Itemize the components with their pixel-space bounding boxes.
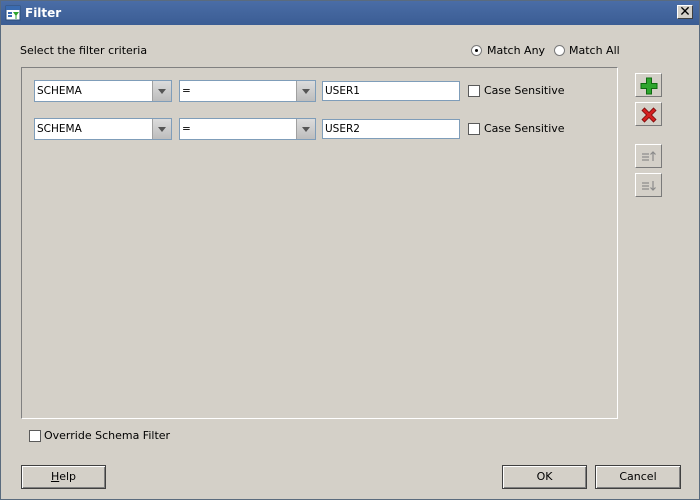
ok-button[interactable]: OK bbox=[502, 465, 587, 489]
title-bar: Filter ✕ bbox=[1, 1, 699, 25]
field-select-value: SCHEMA bbox=[37, 123, 82, 135]
close-button[interactable]: ✕ bbox=[677, 4, 693, 20]
help-label-rest: elp bbox=[59, 470, 77, 483]
chevron-down-icon[interactable] bbox=[152, 81, 171, 101]
operator-select-row-2[interactable]: = bbox=[179, 118, 316, 140]
cancel-button[interactable]: Cancel bbox=[595, 465, 681, 489]
case-sensitive-label-row-2[interactable]: Case Sensitive bbox=[484, 122, 565, 136]
value-field-row-2[interactable]: USER2 bbox=[322, 119, 460, 139]
close-icon: ✕ bbox=[679, 4, 691, 20]
move-up-icon bbox=[642, 151, 656, 161]
field-select-row-2[interactable]: SCHEMA bbox=[34, 118, 172, 140]
move-up-button[interactable] bbox=[635, 144, 662, 168]
case-sensitive-checkbox-row-1[interactable] bbox=[468, 85, 480, 97]
match-all-radio[interactable] bbox=[554, 45, 565, 56]
match-all-label[interactable]: Match All bbox=[569, 44, 620, 58]
filter-dialog: Filter ✕ Select the filter criteria Matc… bbox=[0, 0, 700, 500]
criteria-prompt: Select the filter criteria bbox=[20, 44, 148, 57]
window-title: Filter bbox=[25, 6, 62, 20]
filter-app-icon bbox=[5, 5, 21, 21]
case-sensitive-checkbox-row-2[interactable] bbox=[468, 123, 480, 135]
x-icon bbox=[641, 107, 657, 123]
field-select-value: SCHEMA bbox=[37, 85, 82, 97]
operator-select-row-1[interactable]: = bbox=[179, 80, 316, 102]
ok-label: OK bbox=[536, 470, 553, 483]
match-any-radio[interactable] bbox=[471, 45, 482, 56]
override-schema-filter-label[interactable]: Override Schema Filter bbox=[44, 429, 170, 443]
value-field-text: USER2 bbox=[325, 123, 360, 135]
move-down-icon bbox=[642, 181, 656, 191]
plus-icon bbox=[640, 77, 658, 95]
value-field-row-1[interactable]: USER1 bbox=[322, 81, 460, 101]
override-schema-filter-checkbox[interactable] bbox=[29, 430, 41, 442]
chevron-down-icon[interactable] bbox=[296, 119, 315, 139]
field-select-row-1[interactable]: SCHEMA bbox=[34, 80, 172, 102]
chevron-down-icon[interactable] bbox=[152, 119, 171, 139]
value-field-text: USER1 bbox=[325, 85, 360, 97]
chevron-down-icon[interactable] bbox=[296, 81, 315, 101]
criteria-panel: SCHEMA = USER1 Case Sensitive SCHEMA = U… bbox=[21, 67, 618, 419]
help-mnemonic: H bbox=[50, 470, 60, 483]
move-down-button[interactable] bbox=[635, 173, 662, 197]
remove-criteria-button[interactable] bbox=[635, 102, 662, 126]
help-button[interactable]: Help bbox=[21, 465, 106, 489]
match-any-label[interactable]: Match Any bbox=[487, 44, 545, 58]
cancel-label: Cancel bbox=[619, 470, 657, 483]
case-sensitive-label-row-1[interactable]: Case Sensitive bbox=[484, 84, 565, 98]
operator-select-value: = bbox=[182, 85, 191, 97]
add-criteria-button[interactable] bbox=[635, 73, 662, 97]
operator-select-value: = bbox=[182, 123, 191, 135]
